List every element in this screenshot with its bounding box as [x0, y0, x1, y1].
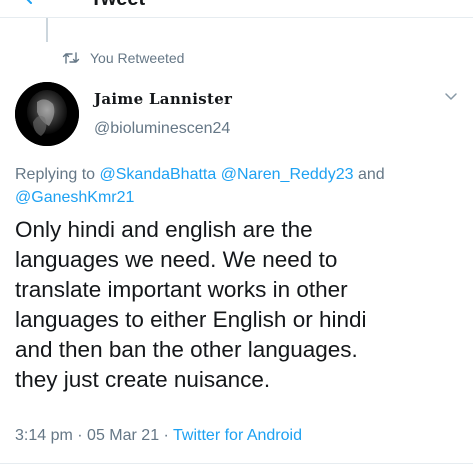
tweet-date: 05 Mar 21 — [87, 427, 160, 444]
replying-and: and — [357, 166, 385, 183]
tweet-text-line: Only hindi and english are the — [15, 217, 313, 242]
replying-prefix: Replying to — [15, 166, 96, 183]
tweet-text-line: languages to either English or hindi — [15, 307, 367, 332]
tweet-time: 3:14 pm — [15, 427, 73, 444]
divider — [0, 463, 473, 464]
back-arrow-icon[interactable] — [22, 0, 40, 6]
chevron-down-icon[interactable] — [444, 92, 458, 102]
retweet-label: You Retweeted — [90, 50, 185, 66]
tweet-detail-page: Tweet You Retweeted Jaime Lannister @bio — [0, 0, 473, 473]
mention-link[interactable]: @Naren_Reddy23 — [221, 166, 354, 183]
tweet-text-line: they just create nuisance. — [15, 367, 271, 392]
thread-connector-line — [46, 18, 48, 42]
top-bar: Tweet — [0, 0, 473, 16]
replying-to: Replying to @SkandaBhatta @Naren_Reddy23… — [15, 163, 455, 209]
tweet-text-line: translate important works in other — [15, 277, 348, 302]
tweet-text: Only hindi and english are the languages… — [15, 215, 465, 395]
retweet-icon — [62, 52, 80, 64]
tweet-source-link[interactable]: Twitter for Android — [173, 427, 302, 444]
retweet-indicator: You Retweeted — [62, 49, 184, 67]
meta-separator: · — [77, 427, 83, 444]
tweet-text-line: and then ban the other languages. — [15, 337, 358, 362]
avatar-image — [15, 82, 79, 146]
meta-separator: · — [163, 427, 169, 444]
page-title: Tweet — [90, 0, 145, 9]
divider — [0, 17, 473, 18]
user-handle[interactable]: @bioluminescen24 — [94, 120, 230, 138]
display-name[interactable]: Jaime Lannister — [94, 90, 232, 108]
mention-link[interactable]: @SkandaBhatta — [100, 166, 217, 183]
avatar[interactable] — [15, 82, 79, 146]
tweet-meta: 3:14 pm · 05 Mar 21 · Twitter for Androi… — [15, 427, 302, 445]
mention-link[interactable]: @GaneshKmr21 — [15, 189, 134, 206]
tweet-text-line: languages we need. We need to — [15, 247, 338, 272]
